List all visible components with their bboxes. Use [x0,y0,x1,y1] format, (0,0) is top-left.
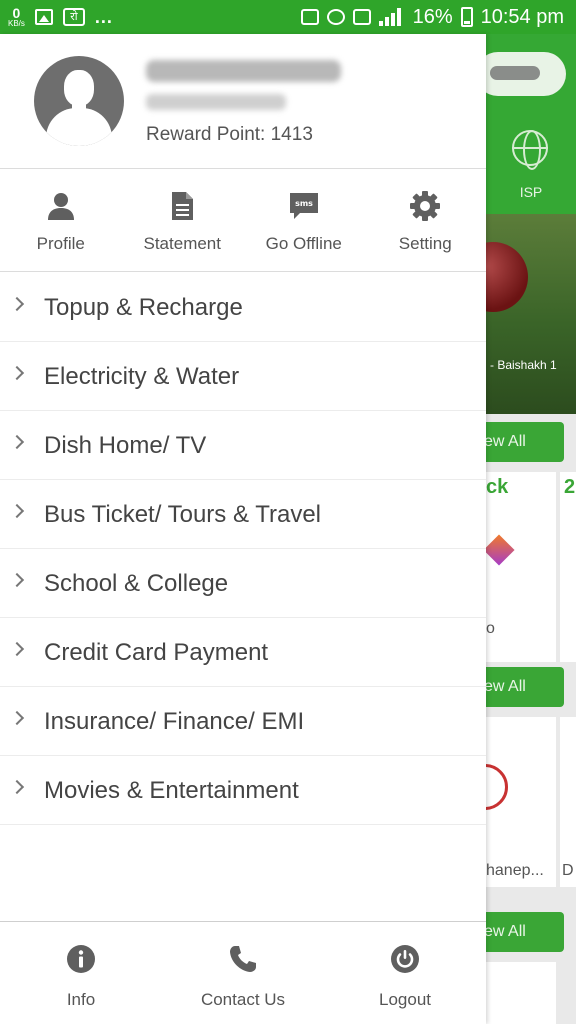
notification-badge: रो [62,8,85,26]
clock: 10:54 pm [480,5,564,28]
menu-item-label: School & College [44,570,229,597]
card-text-4: hanep... [486,862,544,879]
status-bar-right: 16% 10:54 pm [300,0,564,34]
menu-item-bus-ticket-travel[interactable]: Bus Ticket/ Tours & Travel [0,480,486,549]
network-speed-unit: KB/s [8,19,25,28]
chevron-right-icon [9,710,25,726]
info-icon [67,945,95,973]
menu-item-topup-recharge[interactable]: Topup & Recharge [0,273,486,342]
quick-action-label: Profile [36,234,85,253]
menu-item-label: Movies & Entertainment [44,777,299,804]
svg-text:sms: sms [295,199,313,208]
mute-icon [300,9,319,25]
wifi-call-icon [352,9,371,25]
quick-actions: Profile Statement sms Go Offline Setting [0,170,486,272]
status-bar-left: 0 KB/s रो ... [8,0,113,34]
footer-contact-us-button[interactable]: Contact Us [162,922,324,1024]
quick-action-label: Statement [143,234,222,253]
chevron-right-icon [9,641,25,657]
chevron-right-icon [9,572,25,588]
more-notifications: ... [94,6,113,27]
reward-point: Reward Point: 1413 [146,124,313,145]
quick-action-label: Setting [398,234,452,253]
card-text-5: D [562,862,574,879]
menu-item-label: Credit Card Payment [44,639,269,666]
alarm-icon [326,9,345,25]
view-all-button-1: ew All [486,422,564,462]
quick-action-statement[interactable]: Statement [122,170,244,271]
menu-list: Topup & Recharge Electricity & Water Dis… [0,273,486,825]
quick-action-setting[interactable]: Setting [365,170,487,271]
network-speed: 0 KB/s [8,6,25,28]
menu-item-credit-card-payment[interactable]: Credit Card Payment [0,618,486,687]
profile-header[interactable]: Reward Point: 1413 [0,34,486,169]
avatar-body [46,108,112,146]
status-bar: 0 KB/s रो ... 16% 10:54 pm [0,0,576,34]
menu-item-label: Insurance/ Finance/ EMI [44,708,305,735]
gear-icon [410,191,441,221]
quick-action-go-offline[interactable]: sms Go Offline [243,170,365,271]
document-icon [172,192,194,220]
footer-label: Info [66,990,96,1009]
menu-item-label: Electricity & Water [44,363,240,390]
background-app: ISP - Baishakh 1 ew All ck 2 o ew All ha… [486,34,576,1024]
background-header: ISP [486,34,576,214]
phone-icon [230,946,256,972]
background-search-bar [486,52,566,96]
chevron-right-icon [9,365,25,381]
quick-action-label: Go Offline [265,234,342,253]
battery-percent: 16% [412,5,453,28]
chevron-right-icon [9,503,25,519]
image-icon [34,9,53,25]
menu-item-insurance-finance-emi[interactable]: Insurance/ Finance/ EMI [0,687,486,756]
battery-icon [460,7,473,27]
sms-icon: sms [289,193,318,219]
footer-info-button[interactable]: Info [0,922,162,1024]
menu-item-label: Dish Home/ TV [44,432,207,459]
user-phone-redacted [146,94,286,110]
drawer-footer: Info Contact Us Logout [0,921,486,1024]
chevron-right-icon [9,779,25,795]
view-all-button-3: ew All [486,912,564,952]
background-card-5 [486,962,556,1024]
card-text-2: 2 [564,476,576,498]
menu-item-electricity-water[interactable]: Electricity & Water [0,342,486,411]
menu-item-label: Bus Ticket/ Tours & Travel [44,501,321,528]
footer-logout-button[interactable]: Logout [324,922,486,1024]
signal-icon [378,8,405,26]
chevron-right-icon [9,434,25,450]
card-text-3: o [486,620,495,637]
menu-item-school-college[interactable]: School & College [0,549,486,618]
navigation-drawer: Reward Point: 1413 Profile Statement sms [0,34,486,1024]
menu-item-movies-entertainment[interactable]: Movies & Entertainment [0,756,486,825]
card-text-1: ck [486,476,509,498]
globe-icon [512,130,548,170]
quick-action-profile[interactable]: Profile [0,170,122,271]
footer-label: Logout [379,990,431,1009]
view-all-button-2: ew All [486,667,564,707]
background-card-1 [486,472,556,662]
user-name-redacted [146,60,341,82]
menu-item-dish-home-tv[interactable]: Dish Home/ TV [0,411,486,480]
banner-caption: - Baishakh 1 [490,358,557,372]
notification-text: रो [70,11,78,23]
menu-item-label: Topup & Recharge [44,294,243,321]
footer-label: Contact Us [200,990,286,1009]
avatar[interactable] [34,56,124,146]
chevron-right-icon [9,296,25,312]
person-icon [47,193,74,220]
background-card-2 [560,472,576,662]
power-icon [391,945,419,973]
background-banner: - Baishakh 1 [486,214,576,414]
cricket-ball-image [486,242,528,312]
network-speed-value: 0 [12,5,21,21]
isp-label: ISP [519,184,543,200]
